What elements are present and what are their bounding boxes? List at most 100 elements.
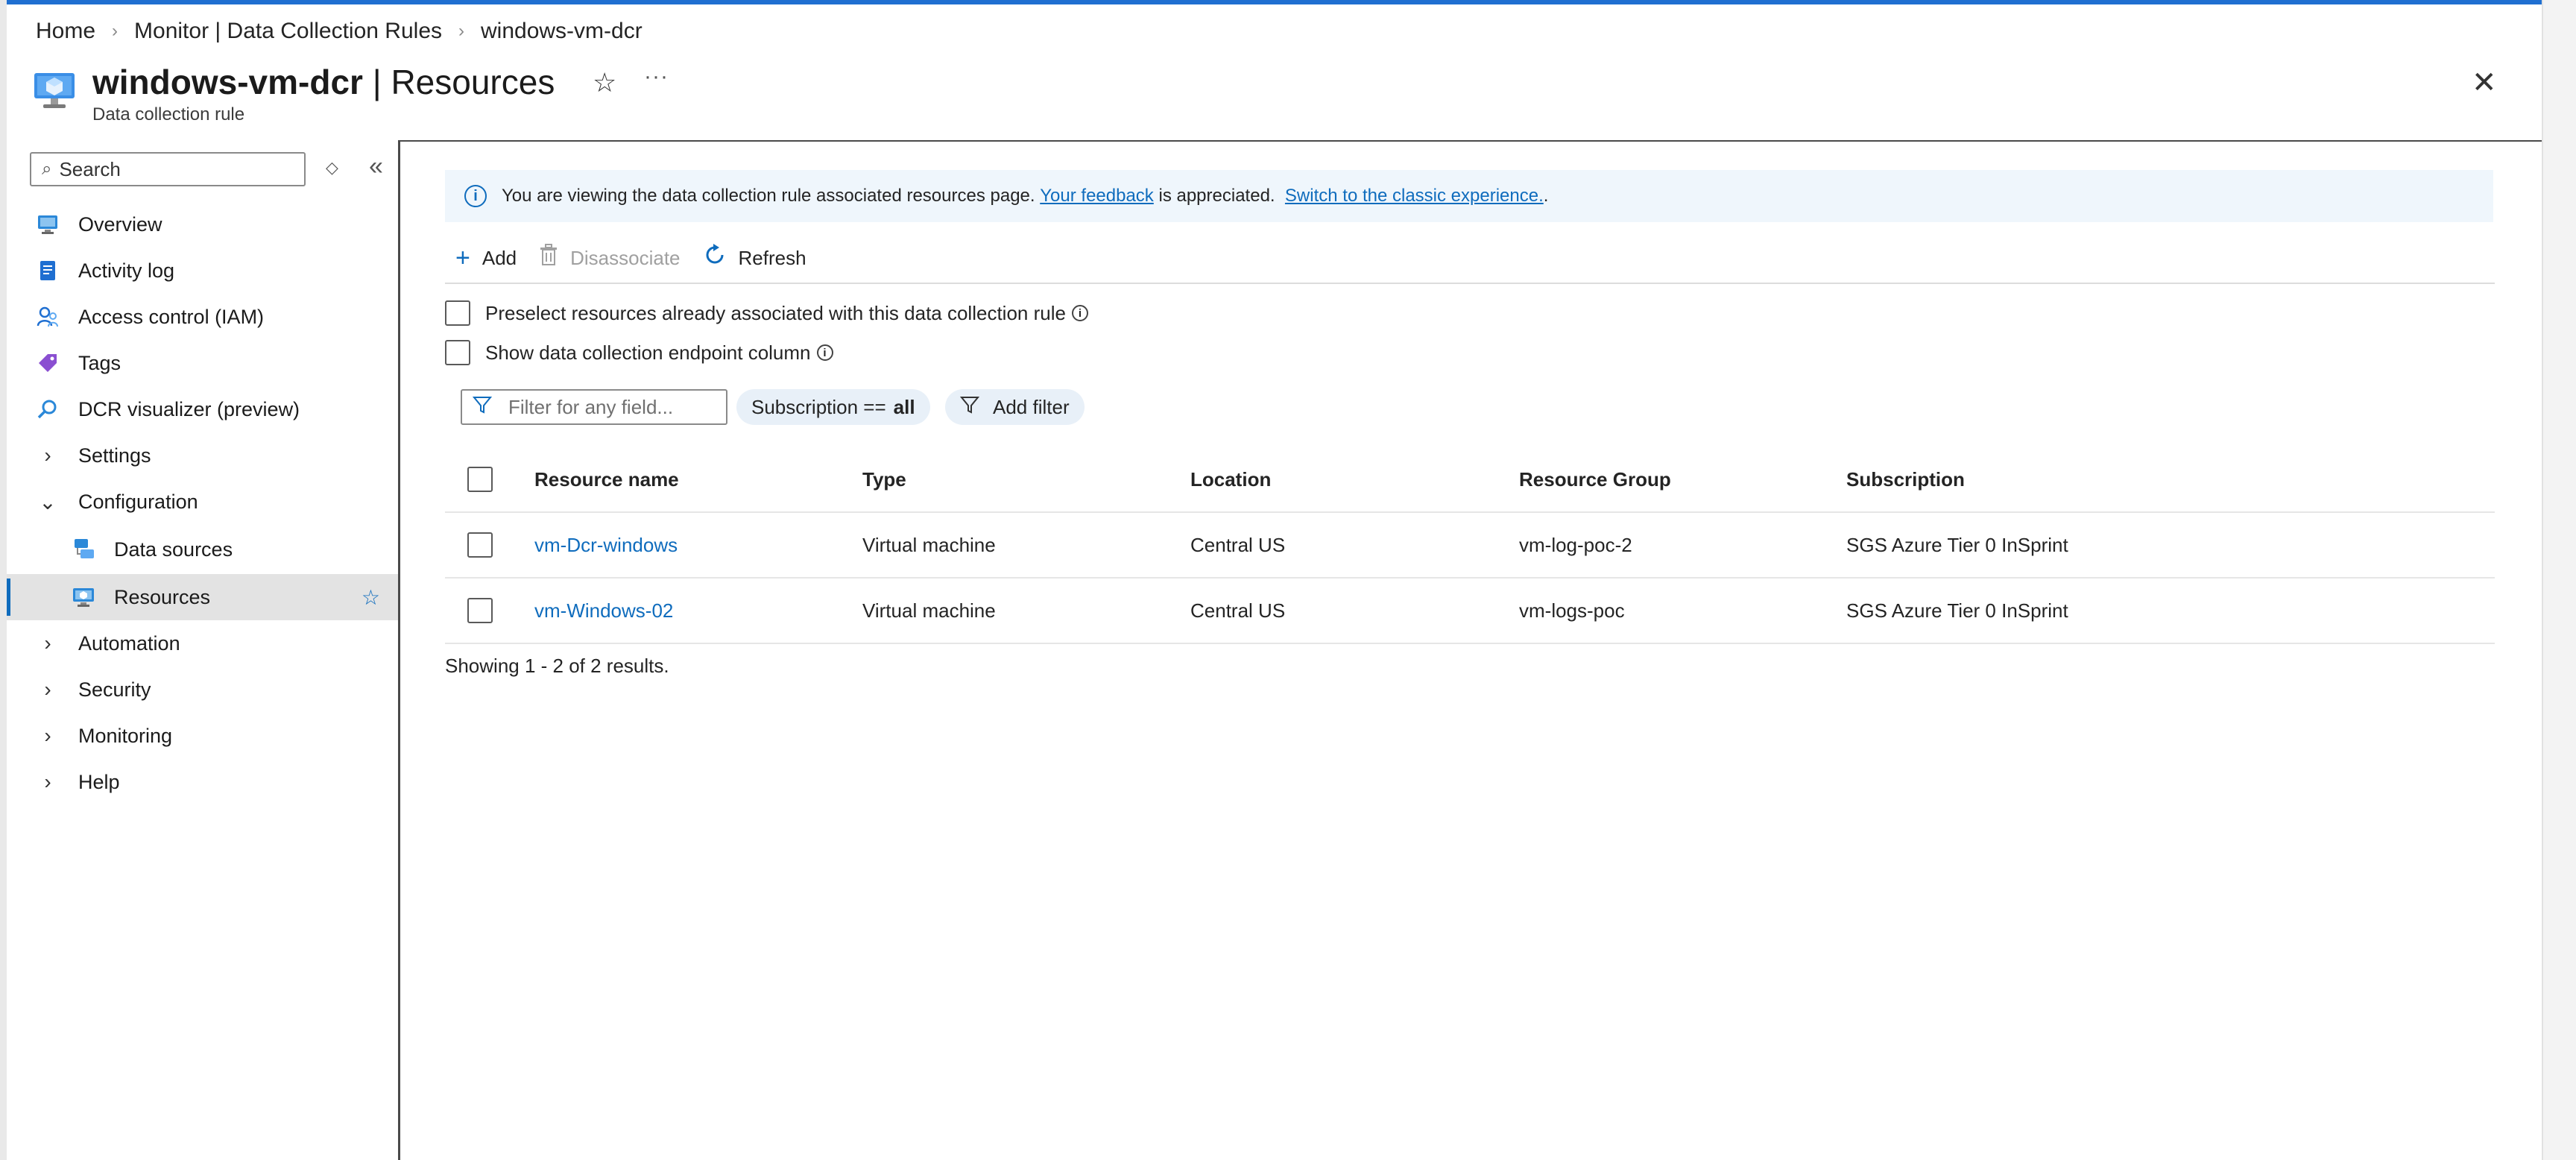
sidebar-item-help[interactable]: › Help bbox=[7, 759, 400, 805]
close-icon[interactable]: ✕ bbox=[2472, 66, 2497, 100]
subscription-filter-pill[interactable]: Subscription == all bbox=[736, 389, 930, 425]
sidebar-item-label: DCR visualizer (preview) bbox=[78, 397, 300, 420]
add-filter-label: Add filter bbox=[993, 395, 1070, 418]
pin-star-icon[interactable]: ☆ bbox=[362, 585, 380, 610]
left-edge bbox=[0, 0, 7, 1160]
sidebar-item-overview[interactable]: Overview bbox=[7, 201, 400, 248]
top-accent-bar bbox=[0, 0, 2542, 4]
activity-log-icon bbox=[35, 258, 60, 283]
column-header-location[interactable]: Location bbox=[1190, 447, 1271, 511]
chevron-right-icon: › bbox=[44, 724, 51, 747]
resource-name-link[interactable]: vm-Dcr-windows bbox=[534, 513, 678, 577]
resource-group: vm-logs-poc bbox=[1519, 599, 1625, 622]
show-endpoint-checkbox[interactable] bbox=[445, 340, 470, 365]
sidebar-item-tags[interactable]: Tags bbox=[7, 340, 400, 386]
sidebar-item-settings[interactable]: › Settings bbox=[7, 432, 400, 479]
sidebar-item-label: Help bbox=[78, 770, 120, 793]
sidebar-item-data-sources[interactable]: Data sources bbox=[7, 526, 400, 573]
filter-icon bbox=[959, 395, 980, 420]
info-banner-text: You are viewing the data collection rule… bbox=[502, 186, 1035, 206]
sidebar-item-resources[interactable]: Resources ☆ bbox=[7, 574, 400, 620]
column-header-subscription[interactable]: Subscription bbox=[1846, 447, 1965, 511]
add-button[interactable]: + Add bbox=[455, 244, 517, 273]
sidebar-item-label: Automation bbox=[78, 631, 180, 655]
breadcrumb: Home › Monitor | Data Collection Rules ›… bbox=[36, 16, 643, 46]
command-bar-divider bbox=[445, 283, 2495, 284]
preselect-checkbox[interactable] bbox=[445, 300, 470, 326]
show-endpoint-label: Show data collection endpoint column bbox=[485, 341, 811, 364]
disassociate-button-label: Disassociate bbox=[570, 246, 681, 269]
column-header-resource-name[interactable]: Resource name bbox=[534, 447, 679, 511]
info-banner: i You are viewing the data collection ru… bbox=[445, 170, 2493, 222]
sidebar-item-configuration[interactable]: ⌄ Configuration bbox=[7, 479, 400, 525]
sidebar-item-label: Data sources bbox=[114, 538, 233, 561]
sidebar-item-automation[interactable]: › Automation bbox=[7, 620, 400, 666]
column-header-resource-group[interactable]: Resource Group bbox=[1519, 447, 1671, 511]
content-pane-border bbox=[398, 140, 2542, 142]
breadcrumb-home[interactable]: Home bbox=[36, 19, 95, 44]
page-title: windows-vm-dcr | Resources bbox=[92, 60, 555, 104]
sidebar-item-access-control[interactable]: Access control (IAM) bbox=[7, 294, 400, 340]
sidebar-item-security[interactable]: › Security bbox=[7, 666, 400, 713]
plus-icon: + bbox=[455, 243, 470, 272]
sidebar-item-label: Settings bbox=[78, 444, 151, 467]
breadcrumb-separator: › bbox=[112, 21, 119, 41]
sidebar-item-monitoring[interactable]: › Monitoring bbox=[7, 713, 400, 759]
disassociate-button[interactable]: Disassociate bbox=[539, 243, 681, 273]
more-options-icon[interactable]: ··· bbox=[644, 64, 669, 89]
refresh-icon bbox=[703, 243, 727, 274]
preselect-label: Preselect resources already associated w… bbox=[485, 301, 1066, 324]
select-all-checkbox[interactable] bbox=[467, 467, 493, 492]
sidebar-item-label: Monitoring bbox=[78, 724, 173, 747]
classic-experience-link[interactable]: Switch to the classic experience. bbox=[1285, 186, 1544, 207]
filter-input[interactable]: Filter for any field... bbox=[461, 389, 727, 425]
feedback-link[interactable]: Your feedback bbox=[1040, 186, 1154, 207]
breadcrumb-monitor-dcr[interactable]: Monitor | Data Collection Rules bbox=[134, 19, 442, 44]
breadcrumb-current[interactable]: windows-vm-dcr bbox=[481, 19, 643, 44]
collapse-sidebar-icon[interactable]: « bbox=[369, 152, 383, 181]
show-endpoint-option: Show data collection endpoint column i bbox=[445, 340, 833, 365]
trash-icon bbox=[539, 243, 558, 273]
favorite-star-icon[interactable]: ☆ bbox=[593, 67, 616, 98]
resource-location: Central US bbox=[1190, 533, 1286, 556]
chevron-right-icon: › bbox=[44, 770, 51, 793]
page-subtitle: Data collection rule bbox=[92, 104, 245, 124]
resources-table: Resource name Type Location Resource Gro… bbox=[445, 447, 2495, 644]
tag-icon bbox=[35, 350, 60, 376]
filter-icon bbox=[472, 395, 493, 420]
resource-group: vm-log-poc-2 bbox=[1519, 533, 1632, 556]
sidebar: ⌕ Search ◇ « Overview Activity log Acces… bbox=[7, 140, 400, 1160]
row-checkbox[interactable] bbox=[467, 532, 493, 558]
page-title-section: Resources bbox=[391, 63, 555, 101]
column-header-type[interactable]: Type bbox=[862, 447, 906, 511]
sidebar-item-label: Tags bbox=[78, 351, 121, 374]
page-title-resource: windows-vm-dcr bbox=[92, 63, 363, 101]
info-icon[interactable]: i bbox=[816, 344, 833, 361]
iam-icon bbox=[35, 304, 60, 330]
chevron-right-icon: › bbox=[44, 631, 51, 655]
visualizer-icon bbox=[35, 397, 60, 422]
data-collection-rule-icon bbox=[34, 73, 75, 108]
refresh-button[interactable]: Refresh bbox=[703, 243, 806, 274]
add-button-label: Add bbox=[482, 246, 517, 269]
info-banner-period: . bbox=[1543, 186, 1549, 206]
chevron-down-icon: ⌄ bbox=[39, 490, 57, 514]
sidebar-item-dcr-visualizer[interactable]: DCR visualizer (preview) bbox=[7, 386, 400, 432]
info-icon[interactable]: i bbox=[1071, 305, 1088, 321]
breadcrumb-separator: › bbox=[458, 21, 464, 41]
sidebar-item-label: Resources bbox=[114, 585, 211, 608]
sort-toggle-icon[interactable]: ◇ bbox=[326, 158, 338, 177]
subscription-filter-value: all bbox=[893, 395, 915, 418]
chevron-right-icon: › bbox=[44, 444, 51, 467]
search-icon: ⌕ bbox=[42, 159, 52, 179]
row-checkbox[interactable] bbox=[467, 598, 493, 623]
resource-location: Central US bbox=[1190, 599, 1286, 622]
sidebar-item-label: Security bbox=[78, 678, 151, 701]
resource-name-link[interactable]: vm-Windows-02 bbox=[534, 579, 673, 643]
sidebar-search-input[interactable]: ⌕ Search bbox=[30, 152, 306, 186]
sidebar-item-label: Overview bbox=[78, 212, 162, 236]
results-count: Showing 1 - 2 of 2 results. bbox=[445, 655, 669, 677]
sidebar-item-activity-log[interactable]: Activity log bbox=[7, 248, 400, 294]
add-filter-button[interactable]: Add filter bbox=[945, 389, 1085, 425]
resource-subscription: SGS Azure Tier 0 InSprint bbox=[1846, 599, 2068, 622]
